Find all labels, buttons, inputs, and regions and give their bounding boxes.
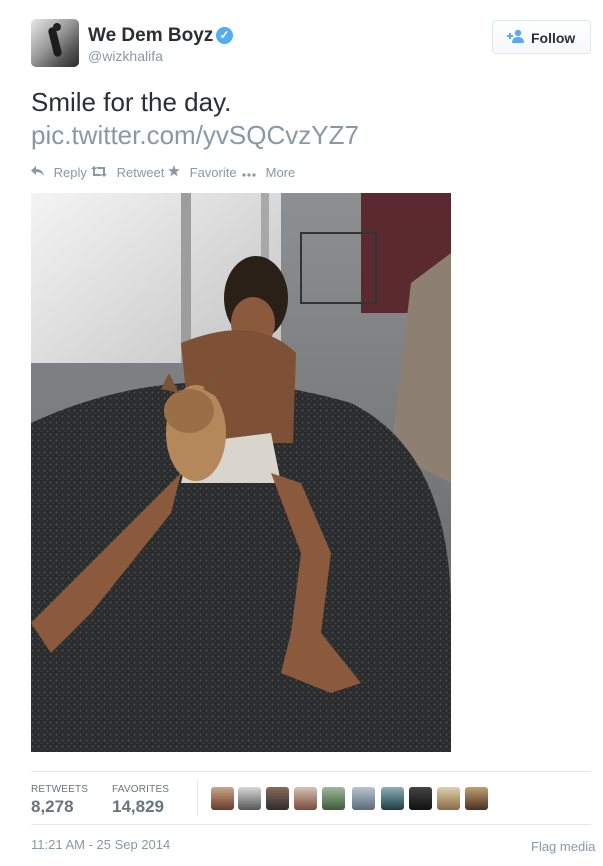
retweet-button[interactable]: Retweet <box>91 165 164 180</box>
more-dots-icon <box>242 165 260 180</box>
display-name[interactable]: We Dem Boyz <box>88 25 213 47</box>
tweet-media-link[interactable]: pic.twitter.com/yvSQCvzYZ7 <box>31 119 359 152</box>
avatar-figure-body <box>47 26 63 58</box>
star-icon <box>168 165 184 180</box>
reply-button[interactable]: Reply <box>31 165 87 180</box>
favoriter-avatar[interactable] <box>266 787 289 810</box>
profile-avatar[interactable] <box>31 19 79 67</box>
favorite-label: Favorite <box>189 165 237 180</box>
favoriter-avatar[interactable] <box>238 787 261 810</box>
add-user-icon <box>507 29 525 46</box>
tweet-photo[interactable] <box>31 193 451 752</box>
more-label: More <box>265 165 296 180</box>
verified-badge-icon: ✓ <box>216 27 233 44</box>
reply-label: Reply <box>53 165 87 180</box>
follow-button[interactable]: Follow <box>492 20 591 54</box>
favoriter-avatar[interactable] <box>409 787 432 810</box>
stats-bottom-divider <box>31 824 591 825</box>
stats-vertical-divider <box>197 780 198 816</box>
reply-icon <box>31 165 48 180</box>
favoriter-avatar[interactable] <box>322 787 345 810</box>
favorites-count[interactable]: 14,829 <box>112 797 164 817</box>
tweet-timestamp[interactable]: 11:21 AM - 25 Sep 2014 <box>31 837 170 852</box>
tweet-text: Smile for the day. <box>31 87 232 117</box>
favorites-label: FAVORITES <box>112 784 170 795</box>
favoriter-avatar[interactable] <box>381 787 404 810</box>
favoriter-avatar[interactable] <box>211 787 234 810</box>
user-handle[interactable]: @wizkhalifa <box>88 48 163 64</box>
favoriter-avatar[interactable] <box>465 787 488 810</box>
favoriter-avatar[interactable] <box>437 787 460 810</box>
retweet-icon <box>91 165 111 180</box>
stats-top-divider <box>31 771 591 772</box>
more-button[interactable]: More <box>242 165 295 180</box>
favorite-button[interactable]: Favorite <box>168 165 237 180</box>
favoriter-avatar[interactable] <box>294 787 317 810</box>
follow-label: Follow <box>531 30 576 46</box>
favoriter-avatar[interactable] <box>352 787 375 810</box>
retweets-label: RETWEETS <box>31 784 89 795</box>
flag-media-link[interactable]: Flag media <box>531 839 595 854</box>
retweet-label: Retweet <box>116 165 165 180</box>
retweets-count[interactable]: 8,278 <box>31 797 74 817</box>
photo-illustration <box>31 193 451 752</box>
